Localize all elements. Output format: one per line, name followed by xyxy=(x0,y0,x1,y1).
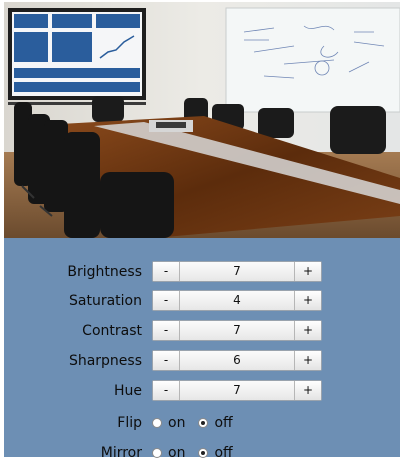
image-settings-panel: Brightness - 7 + Saturation - 4 + Contra… xyxy=(4,238,400,461)
hue-label: Hue xyxy=(113,383,142,399)
mirror-radio-group: on off xyxy=(152,441,246,465)
flip-on-radio[interactable] xyxy=(152,418,162,428)
brightness-value[interactable]: 7 xyxy=(179,262,295,281)
brightness-decrease-button[interactable]: - xyxy=(153,262,180,281)
hue-value[interactable]: 7 xyxy=(179,381,295,400)
mirror-row: Mirror on off xyxy=(4,441,400,465)
contrast-label: Contrast xyxy=(82,323,142,339)
contrast-stepper: - 7 + xyxy=(152,320,322,341)
flip-off-label[interactable]: off xyxy=(214,415,232,431)
contrast-row: Contrast - 7 + xyxy=(4,319,400,343)
hue-increase-button[interactable]: + xyxy=(294,381,321,400)
flip-off-radio[interactable] xyxy=(198,418,209,428)
brightness-stepper: - 7 + xyxy=(152,261,322,282)
mirror-label: Mirror xyxy=(100,445,142,461)
saturation-stepper: - 4 + xyxy=(152,290,322,311)
camera-preview-image xyxy=(4,2,400,238)
saturation-increase-button[interactable]: + xyxy=(294,291,321,310)
flip-label: Flip xyxy=(117,415,142,431)
mirror-off-label[interactable]: off xyxy=(214,445,232,461)
sharpness-decrease-button[interactable]: - xyxy=(153,351,180,370)
brightness-label: Brightness xyxy=(67,264,142,280)
sharpness-value[interactable]: 6 xyxy=(179,351,295,370)
hue-decrease-button[interactable]: - xyxy=(153,381,180,400)
contrast-decrease-button[interactable]: - xyxy=(153,321,180,340)
flip-on-label[interactable]: on xyxy=(168,415,185,431)
hue-row: Hue - 7 + xyxy=(4,379,400,403)
saturation-decrease-button[interactable]: - xyxy=(153,291,180,310)
sharpness-increase-button[interactable]: + xyxy=(294,351,321,370)
flip-row: Flip on off xyxy=(4,411,400,435)
brightness-row: Brightness - 7 + xyxy=(4,260,400,284)
sharpness-row: Sharpness - 6 + xyxy=(4,349,400,373)
conference-room-picture xyxy=(4,2,400,238)
saturation-row: Saturation - 4 + xyxy=(4,289,400,313)
brightness-increase-button[interactable]: + xyxy=(294,262,321,281)
contrast-increase-button[interactable]: + xyxy=(294,321,321,340)
sharpness-label: Sharpness xyxy=(68,353,142,369)
saturation-label: Saturation xyxy=(69,293,142,309)
saturation-value[interactable]: 4 xyxy=(179,291,295,310)
flip-radio-group: on off xyxy=(152,411,246,435)
sharpness-stepper: - 6 + xyxy=(152,350,322,371)
mirror-on-label[interactable]: on xyxy=(168,445,185,461)
contrast-value[interactable]: 7 xyxy=(179,321,295,340)
camera-settings-frame: Brightness - 7 + Saturation - 4 + Contra… xyxy=(4,2,400,461)
hue-stepper: - 7 + xyxy=(152,380,322,401)
